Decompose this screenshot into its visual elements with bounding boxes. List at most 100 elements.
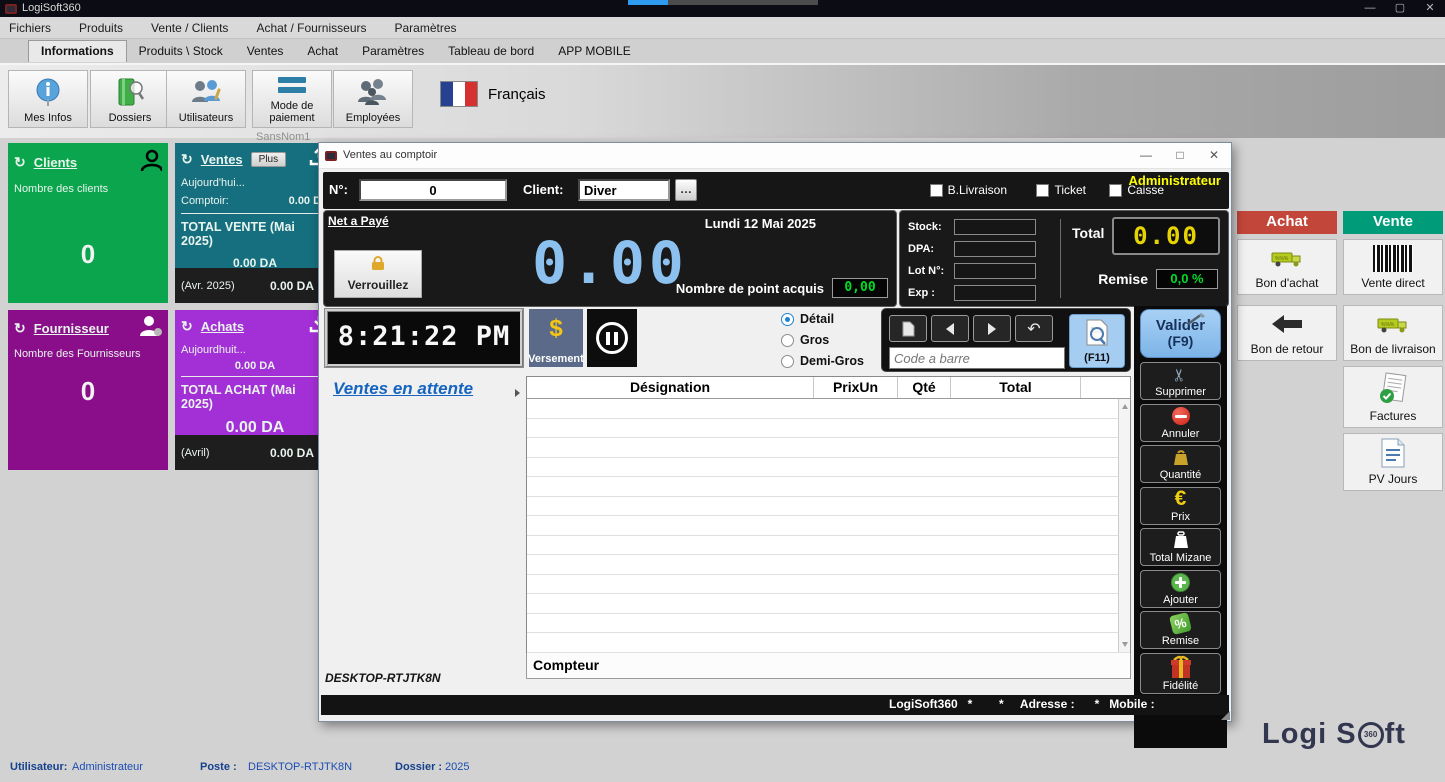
new-document-button[interactable] bbox=[889, 315, 927, 342]
supprimer-button[interactable]: ✂ Supprimer bbox=[1140, 362, 1221, 400]
radio-detail[interactable]: Détail bbox=[781, 312, 834, 326]
search-f11-button[interactable]: (F11) bbox=[1069, 314, 1125, 368]
table-row[interactable] bbox=[527, 497, 1130, 517]
client-input[interactable]: Diver bbox=[578, 179, 670, 201]
vente-direct-button[interactable]: Vente direct bbox=[1343, 239, 1443, 295]
bon-retour-button[interactable]: Bon de retour bbox=[1237, 305, 1337, 361]
table-row[interactable] bbox=[527, 555, 1130, 575]
table-row[interactable] bbox=[527, 419, 1130, 439]
tab-produits-stock[interactable]: Produits \ Stock bbox=[127, 41, 235, 62]
blivraison-checkbox[interactable]: B.Livraison bbox=[930, 183, 1007, 197]
menu-produits[interactable]: Produits bbox=[65, 17, 137, 39]
refresh-icon[interactable]: ↻ bbox=[181, 320, 193, 333]
dialog-status-bar: LogiSoft360 * * Adresse : * Mobile : bbox=[321, 695, 1229, 715]
annuler-button[interactable]: Annuler bbox=[1140, 404, 1221, 442]
table-row[interactable] bbox=[527, 614, 1130, 634]
undo-button[interactable]: ↶ bbox=[1015, 315, 1053, 342]
quantite-button[interactable]: Quantité bbox=[1140, 445, 1221, 483]
tab-app-mobile[interactable]: APP MOBILE bbox=[546, 41, 642, 62]
table-row[interactable] bbox=[527, 399, 1130, 419]
col-prixun[interactable]: PrixUn bbox=[814, 377, 898, 398]
lock-button[interactable]: Verrouillez bbox=[334, 250, 422, 298]
maximize-button[interactable]: ▢ bbox=[1385, 0, 1415, 17]
client-browse-button[interactable]: … bbox=[675, 179, 697, 201]
expander-arrow-icon[interactable] bbox=[515, 389, 520, 397]
menu-achat-fournisseurs[interactable]: Achat / Fournisseurs bbox=[242, 17, 380, 39]
table-row[interactable] bbox=[527, 477, 1130, 497]
refresh-icon[interactable]: ↻ bbox=[14, 156, 26, 169]
ventes-panel-title[interactable]: Ventes bbox=[201, 152, 243, 167]
scroll-up-icon[interactable] bbox=[1122, 404, 1128, 409]
menu-parametres[interactable]: Paramètres bbox=[380, 17, 470, 39]
menu-vente-clients[interactable]: Vente / Clients bbox=[137, 17, 242, 39]
table-scrollbar[interactable] bbox=[1118, 399, 1130, 652]
dpa-field[interactable] bbox=[954, 241, 1036, 257]
scroll-down-icon[interactable] bbox=[1122, 642, 1128, 647]
table-row[interactable] bbox=[527, 633, 1130, 653]
sale-number-input[interactable]: 0 bbox=[359, 179, 507, 201]
radio-gros[interactable]: Gros bbox=[781, 333, 829, 347]
ticket-checkbox[interactable]: Ticket bbox=[1036, 183, 1086, 197]
language-selector[interactable]: Français bbox=[440, 81, 546, 107]
refresh-icon[interactable]: ↻ bbox=[14, 322, 26, 335]
previous-button[interactable] bbox=[931, 315, 969, 342]
close-button[interactable]: ✕ bbox=[1415, 0, 1445, 17]
lot-field[interactable] bbox=[954, 263, 1036, 279]
table-body[interactable] bbox=[527, 399, 1130, 653]
mes-infos-button[interactable]: Mes Infos bbox=[8, 70, 88, 128]
bon-livraison-button[interactable]: %%% Bon de livraison bbox=[1343, 305, 1443, 361]
remise-button[interactable]: % Remise bbox=[1140, 611, 1221, 649]
pv-jours-button[interactable]: PV Jours bbox=[1343, 433, 1443, 491]
bon-achat-button[interactable]: %%% Bon d'achat bbox=[1237, 239, 1337, 295]
valider-button[interactable]: Valider (F9) bbox=[1140, 309, 1221, 358]
resize-grip[interactable] bbox=[1221, 711, 1230, 720]
tab-parametres[interactable]: Paramètres bbox=[350, 41, 436, 62]
pause-button[interactable] bbox=[587, 309, 637, 367]
table-row[interactable] bbox=[527, 438, 1130, 458]
clients-panel-title[interactable]: Clients bbox=[34, 155, 77, 170]
search-document-icon bbox=[1084, 319, 1110, 352]
fidelite-button[interactable]: Fidélité bbox=[1140, 653, 1221, 694]
stock-field[interactable] bbox=[954, 219, 1036, 235]
table-row[interactable] bbox=[527, 536, 1130, 556]
barcode-input[interactable] bbox=[889, 347, 1065, 369]
factures-button[interactable]: Factures bbox=[1343, 366, 1443, 428]
utilisateur-label: Utilisateur: bbox=[10, 761, 67, 773]
client-label: Client: bbox=[523, 182, 563, 197]
table-row[interactable] bbox=[527, 594, 1130, 614]
tab-ventes[interactable]: Ventes bbox=[235, 41, 296, 62]
dossiers-button[interactable]: Dossiers bbox=[90, 70, 170, 128]
exp-label: Exp : bbox=[908, 287, 954, 299]
versement-button[interactable]: $ Versement bbox=[529, 309, 583, 367]
table-row[interactable] bbox=[527, 575, 1130, 595]
dialog-minimize-button[interactable]: — bbox=[1129, 143, 1163, 169]
ajouter-button[interactable]: Ajouter bbox=[1140, 570, 1221, 608]
col-designation[interactable]: Désignation bbox=[527, 377, 814, 398]
dialog-close-button[interactable]: ✕ bbox=[1197, 143, 1231, 169]
total-display: 0.00 bbox=[1112, 217, 1220, 255]
fournisseur-panel-title[interactable]: Fournisseur bbox=[34, 321, 109, 336]
employees-button[interactable]: Employées bbox=[333, 70, 413, 128]
tab-achat[interactable]: Achat bbox=[295, 41, 350, 62]
col-total[interactable]: Total bbox=[951, 377, 1081, 398]
dollar-icon: $ bbox=[549, 309, 562, 353]
radio-demi-gros[interactable]: Demi-Gros bbox=[781, 354, 864, 368]
table-row[interactable] bbox=[527, 458, 1130, 478]
tab-informations[interactable]: Informations bbox=[28, 40, 127, 62]
menu-fichiers[interactable]: Fichiers bbox=[0, 17, 65, 39]
minimize-button[interactable]: — bbox=[1355, 0, 1385, 17]
total-mizane-button[interactable]: Total Mizane bbox=[1140, 528, 1221, 566]
utilisateurs-button[interactable]: Utilisateurs bbox=[166, 70, 246, 128]
prix-button[interactable]: € Prix bbox=[1140, 487, 1221, 525]
mode-paiement-button[interactable]: Mode de paiement bbox=[252, 70, 332, 128]
plus-button[interactable]: Plus bbox=[251, 152, 286, 167]
dialog-maximize-button[interactable]: □ bbox=[1163, 143, 1197, 169]
achats-panel-title[interactable]: Achats bbox=[201, 319, 244, 334]
ventes-en-attente-link[interactable]: Ventes en attente bbox=[333, 379, 473, 399]
next-button[interactable] bbox=[973, 315, 1011, 342]
table-row[interactable] bbox=[527, 516, 1130, 536]
col-qte[interactable]: Qté bbox=[898, 377, 951, 398]
refresh-icon[interactable]: ↻ bbox=[181, 153, 193, 166]
exp-field[interactable] bbox=[954, 285, 1036, 301]
tab-tableau-de-bord[interactable]: Tableau de bord bbox=[436, 41, 546, 62]
